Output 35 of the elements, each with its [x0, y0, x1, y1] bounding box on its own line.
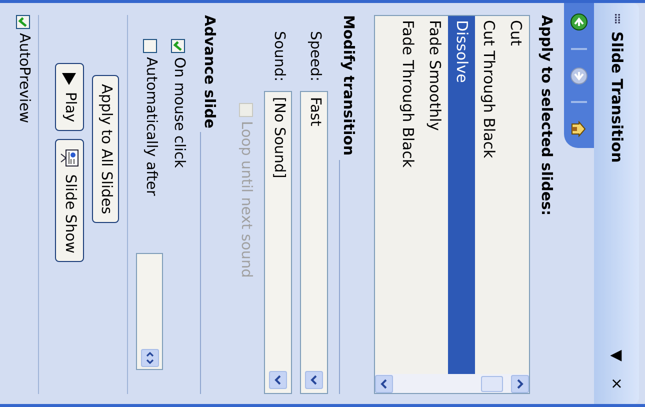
speed-dropdown[interactable]: Fast [300, 91, 328, 394]
checkbox-label: Loop until next sound [238, 121, 256, 278]
pane-menu-button[interactable]: ▼ [609, 346, 624, 366]
back-icon[interactable] [570, 13, 588, 31]
transition-item[interactable]: Fade Through Black [394, 16, 422, 374]
slide-show-button[interactable]: Slide Show [54, 139, 84, 262]
scrollbar[interactable] [375, 374, 530, 393]
transition-item[interactable]: Cut [502, 16, 530, 374]
play-icon [61, 72, 78, 86]
close-button[interactable]: × [609, 373, 624, 394]
play-button[interactable]: Play [54, 63, 84, 132]
section-heading: Apply to selected slides: [537, 15, 555, 218]
checkbox-label: On mouse click [170, 57, 188, 168]
field-label: Speed: [306, 31, 324, 84]
sound-dropdown[interactable]: [No Sound] [264, 91, 292, 394]
home-icon[interactable] [570, 120, 588, 138]
scroll-thumb[interactable] [481, 376, 504, 392]
checkbox[interactable] [142, 39, 157, 53]
projector-screen-icon [60, 148, 79, 168]
field-label: Sound: [270, 31, 288, 84]
grip-handle[interactable]: :::: [610, 13, 624, 24]
time-spinner[interactable] [136, 253, 164, 370]
transition-item[interactable]: Cut Through Black [475, 16, 502, 374]
checkbox-label: AutoPreview [14, 33, 33, 124]
checkbox-label: Automatically after [142, 57, 160, 196]
transition-item[interactable]: Fade Smoothly [421, 16, 448, 374]
transition-list[interactable]: Cut Cut Through Black Dissolve Fade Smoothly Fade Through Black [374, 15, 530, 394]
transition-item[interactable]: Dissolve [448, 16, 476, 374]
section-heading: Modify transition [339, 15, 358, 156]
apply-all-button[interactable]: Apply to All Slides [92, 75, 120, 224]
section-heading: Advance slide [200, 15, 218, 128]
checkbox[interactable] [171, 39, 186, 53]
forward-icon[interactable] [570, 66, 588, 84]
autopreview-checkbox[interactable] [16, 15, 30, 29]
pane-title: Slide Transition [606, 31, 627, 165]
